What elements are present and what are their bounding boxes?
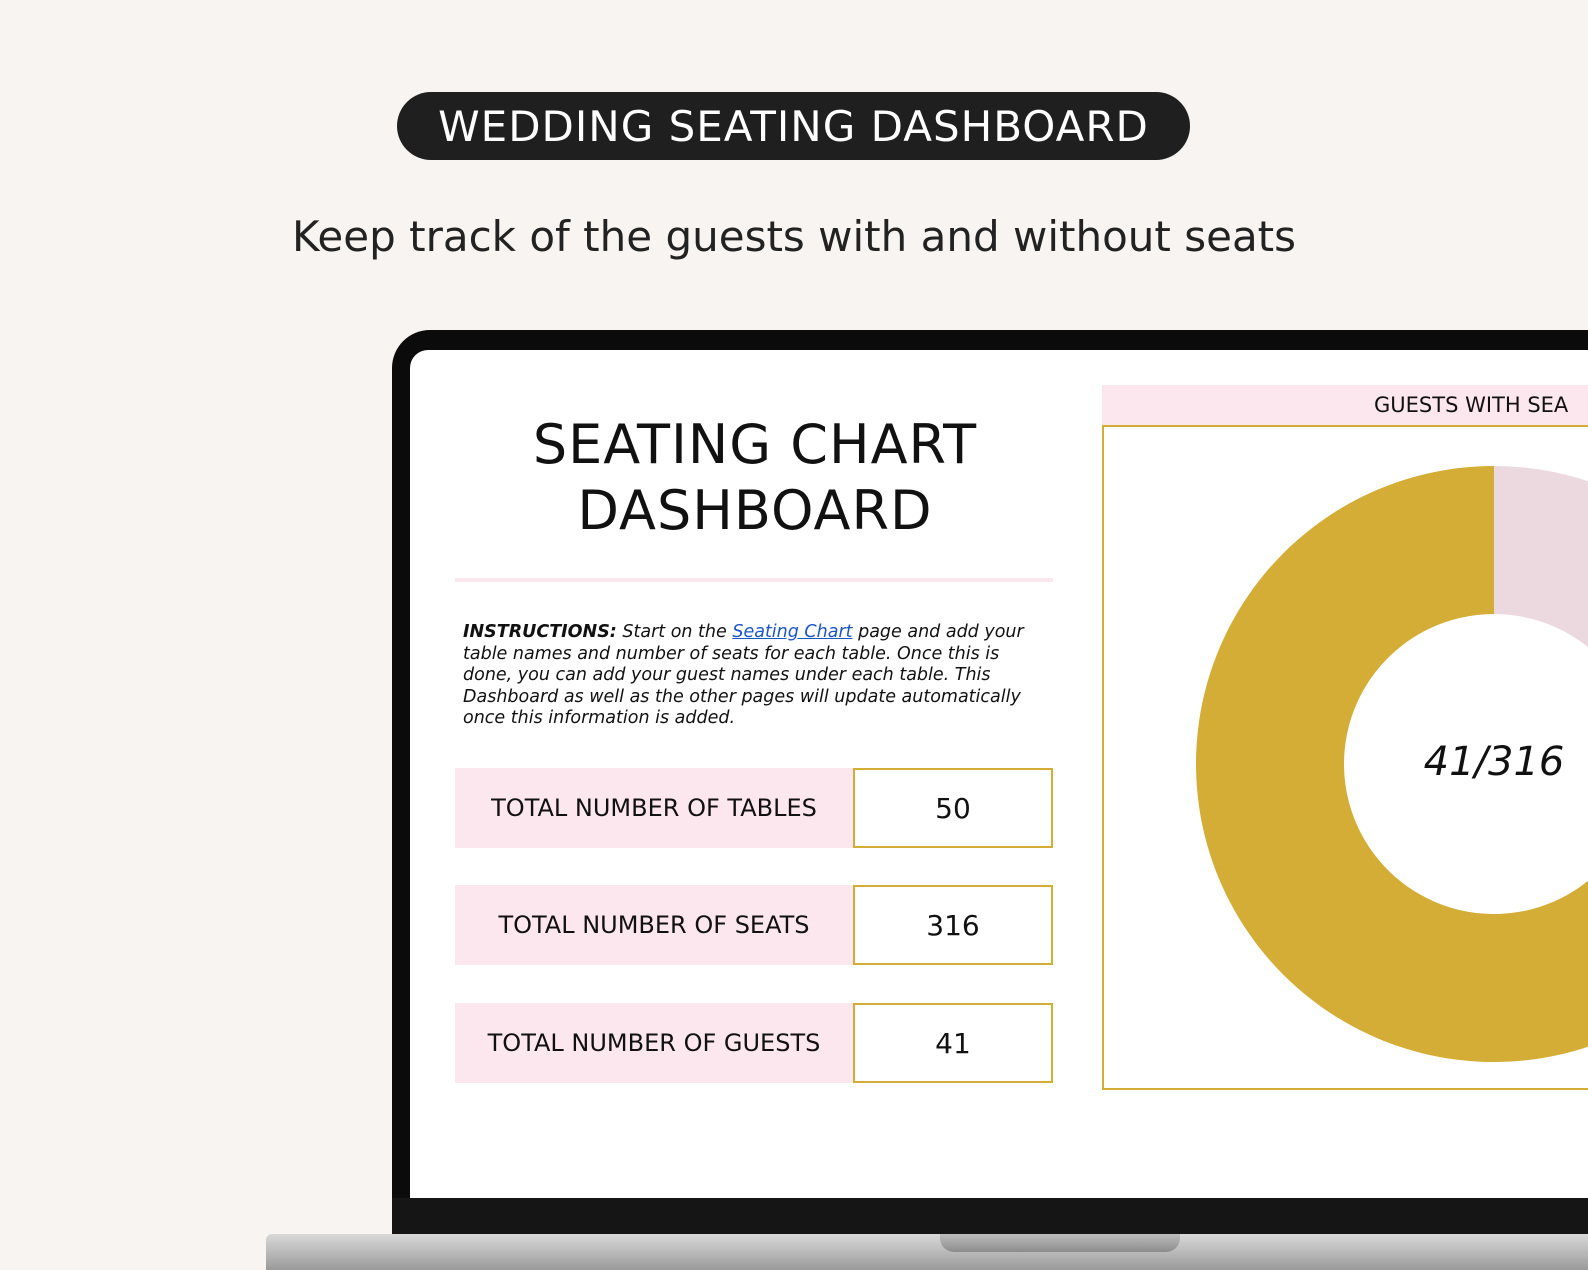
laptop-base <box>266 1234 1588 1270</box>
banner-title-pill: WEDDING SEATING DASHBOARD <box>397 92 1190 160</box>
stat-label: TOTAL NUMBER OF SEATS <box>455 885 853 965</box>
donut-center-label: 41/316 <box>1424 739 1565 785</box>
donut-chart: 41/316 <box>1196 466 1588 1062</box>
stat-value[interactable]: 50 <box>853 768 1053 848</box>
seating-chart-link[interactable]: Seating Chart <box>732 622 852 642</box>
dashboard-title-line2: DASHBOARD <box>577 479 933 542</box>
laptop-notch <box>940 1234 1180 1252</box>
stat-value[interactable]: 316 <box>853 885 1053 965</box>
instructions-label: INSTRUCTIONS: <box>463 622 617 642</box>
stat-row-seats: TOTAL NUMBER OF SEATS 316 <box>455 885 1053 965</box>
stat-value[interactable]: 41 <box>853 1003 1053 1083</box>
banner-subtitle: Keep track of the guests with and withou… <box>291 212 1297 261</box>
donut-chart-panel: 41/316 <box>1102 425 1588 1090</box>
laptop-screen: SEATING CHART DASHBOARD INSTRUCTIONS: St… <box>410 350 1588 1198</box>
dashboard-title: SEATING CHART DASHBOARD <box>455 412 1055 544</box>
instructions-text: INSTRUCTIONS: Start on the Seating Chart… <box>463 622 1048 730</box>
chart-title: GUESTS WITH SEA <box>1102 385 1588 425</box>
laptop-bottom-bezel <box>392 1198 1588 1234</box>
stat-row-tables: TOTAL NUMBER OF TABLES 50 <box>455 768 1053 848</box>
banner-title: WEDDING SEATING DASHBOARD <box>438 101 1149 151</box>
donut-slice-0 <box>1494 466 1588 648</box>
stat-label: TOTAL NUMBER OF TABLES <box>455 768 853 848</box>
stat-label: TOTAL NUMBER OF GUESTS <box>455 1003 853 1083</box>
instructions-before-link: Start on the <box>616 622 733 642</box>
stat-row-guests: TOTAL NUMBER OF GUESTS 41 <box>455 1003 1053 1083</box>
dashboard-title-line1: SEATING CHART <box>532 413 978 476</box>
title-divider <box>455 578 1053 582</box>
